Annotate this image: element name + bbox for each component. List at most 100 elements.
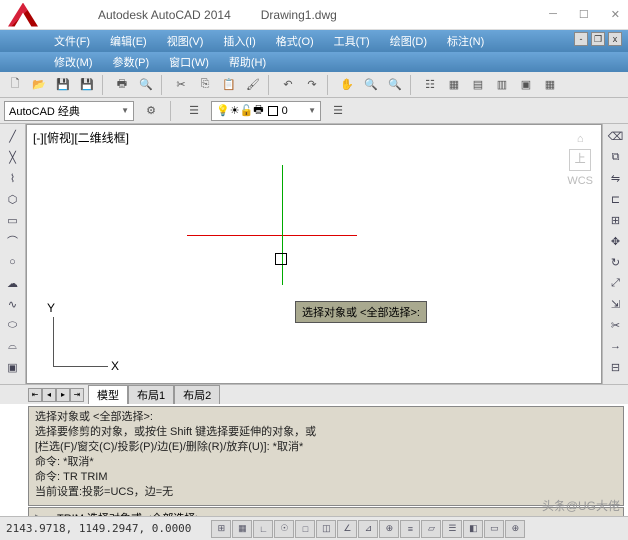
tab-layout2[interactable]: 布局2 xyxy=(174,385,220,404)
cmd-line: 命令: TR TRIM xyxy=(35,470,617,485)
doc-close-icon[interactable]: x xyxy=(608,32,622,46)
copy-obj-icon[interactable]: ⧉ xyxy=(605,147,627,167)
file-name: Drawing1.dwg xyxy=(261,8,337,22)
scale-icon[interactable]: ⤢ xyxy=(605,273,627,293)
coordinates[interactable]: 2143.9718, 1149.2947, 0.0000 xyxy=(6,522,191,535)
spline-icon[interactable]: ∿ xyxy=(2,294,24,314)
polygon-icon[interactable]: ⬡ xyxy=(2,189,24,209)
snap-toggle-icon[interactable]: ⊞ xyxy=(211,520,231,538)
properties-icon[interactable]: ☷ xyxy=(419,74,441,96)
chevron-down-icon: ▼ xyxy=(308,106,316,115)
saveas-icon[interactable]: 💾 xyxy=(76,74,98,96)
doc-restore-icon[interactable]: ❐ xyxy=(591,32,605,46)
undo-icon[interactable]: ↶ xyxy=(277,74,299,96)
layout-tabs: ⇤ ◂ ▸ ⇥ 模型 布局1 布局2 xyxy=(0,384,628,404)
match-icon[interactable]: 🖌 xyxy=(242,74,264,96)
line-icon[interactable]: ╱ xyxy=(2,126,24,146)
menu-insert[interactable]: 插入(I) xyxy=(213,33,265,49)
ortho-toggle-icon[interactable]: ∟ xyxy=(253,520,273,538)
minimize-icon[interactable]: ─ xyxy=(549,8,557,21)
zoom-prev-icon[interactable]: 🔍 xyxy=(384,74,406,96)
maximize-icon[interactable]: ☐ xyxy=(579,8,589,21)
3dosnap-toggle-icon[interactable]: ◫ xyxy=(316,520,336,538)
erase-icon[interactable]: ⌫ xyxy=(605,126,627,146)
cut-icon[interactable]: ✂ xyxy=(170,74,192,96)
layer-state-icon[interactable]: ☰ xyxy=(327,100,349,122)
menu-help[interactable]: 帮助(H) xyxy=(219,54,276,70)
sheet-set-icon[interactable]: ▥ xyxy=(491,74,513,96)
ellipse-icon[interactable]: ⬭ xyxy=(2,315,24,335)
annomonitor-icon[interactable]: ⊕ xyxy=(505,520,525,538)
menu-format[interactable]: 格式(O) xyxy=(266,33,324,49)
ducs-toggle-icon[interactable]: ⊿ xyxy=(358,520,378,538)
mirror-icon[interactable]: ⇋ xyxy=(605,168,627,188)
rectangle-icon[interactable]: ▭ xyxy=(2,210,24,230)
zoom-icon[interactable]: 🔍 xyxy=(360,74,382,96)
menu-edit[interactable]: 编辑(E) xyxy=(100,33,157,49)
close-icon[interactable]: ✕ xyxy=(611,8,620,21)
workspace-combo[interactable]: AutoCAD 经典 ▼ xyxy=(4,101,134,121)
tab-layout1[interactable]: 布局1 xyxy=(128,385,174,404)
command-history[interactable]: 选择对象或 <全部选择>: 选择要修剪的对象，或按住 Shift 键选择要延伸的… xyxy=(28,406,624,506)
plot-icon[interactable]: 🖶 xyxy=(111,74,133,96)
ellipse-arc-icon[interactable]: ⌓ xyxy=(2,336,24,356)
offset-icon[interactable]: ⊏ xyxy=(605,189,627,209)
tab-first-icon[interactable]: ⇤ xyxy=(28,388,42,402)
grid-toggle-icon[interactable]: ▦ xyxy=(232,520,252,538)
save-icon[interactable]: 💾 xyxy=(52,74,74,96)
doc-minimize-icon[interactable]: - xyxy=(574,32,588,46)
calc-icon[interactable]: ▦ xyxy=(539,74,561,96)
lwt-toggle-icon[interactable]: ≡ xyxy=(400,520,420,538)
extend-icon[interactable]: → xyxy=(605,336,627,356)
polar-toggle-icon[interactable]: ☉ xyxy=(274,520,294,538)
menu-dimension[interactable]: 标注(N) xyxy=(437,33,494,49)
osnap-toggle-icon[interactable]: □ xyxy=(295,520,315,538)
menu-file[interactable]: 文件(F) xyxy=(44,33,100,49)
tool-palettes-icon[interactable]: ▤ xyxy=(467,74,489,96)
menu-view[interactable]: 视图(V) xyxy=(157,33,214,49)
dyn-toggle-icon[interactable]: ⊕ xyxy=(379,520,399,538)
trim-icon[interactable]: ✂ xyxy=(605,315,627,335)
viewport-label[interactable]: [-][俯视][二维线框] xyxy=(33,129,129,146)
menu-modify[interactable]: 修改(M) xyxy=(44,54,103,70)
revcloud-icon[interactable]: ☁ xyxy=(2,273,24,293)
stretch-icon[interactable]: ⇲ xyxy=(605,294,627,314)
copy-icon[interactable]: ⎘ xyxy=(194,74,216,96)
arc-icon[interactable]: ⌒ xyxy=(2,231,24,251)
xline-icon[interactable]: ╳ xyxy=(2,147,24,167)
cmd-line: 选择要修剪的对象，或按住 Shift 键选择要延伸的对象，或 xyxy=(35,425,617,440)
menu-window[interactable]: 窗口(W) xyxy=(159,54,219,70)
design-center-icon[interactable]: ▦ xyxy=(443,74,465,96)
preview-icon[interactable]: 🔍 xyxy=(135,74,157,96)
polyline-icon[interactable]: ⌇ xyxy=(2,168,24,188)
array-icon[interactable]: ⊞ xyxy=(605,210,627,230)
pan-icon[interactable]: ✋ xyxy=(336,74,358,96)
layer-props-icon[interactable]: ☰ xyxy=(183,100,205,122)
workspace-settings-icon[interactable]: ⚙ xyxy=(140,100,162,122)
menu-tools[interactable]: 工具(T) xyxy=(324,33,380,49)
new-icon[interactable]: 🗋 xyxy=(4,74,26,96)
tpy-toggle-icon[interactable]: ▱ xyxy=(421,520,441,538)
drawing-canvas[interactable]: [-][俯视][二维线框] 选择对象或 <全部选择>: Y X ⌂上 WCS xyxy=(26,124,602,384)
qp-toggle-icon[interactable]: ☰ xyxy=(442,520,462,538)
menu-draw[interactable]: 绘图(D) xyxy=(380,33,437,49)
insert-block-icon[interactable]: ▣ xyxy=(2,357,24,377)
menu-params[interactable]: 参数(P) xyxy=(103,54,160,70)
markup-icon[interactable]: ▣ xyxy=(515,74,537,96)
paste-icon[interactable]: 📋 xyxy=(218,74,240,96)
tab-last-icon[interactable]: ⇥ xyxy=(70,388,84,402)
move-icon[interactable]: ✥ xyxy=(605,231,627,251)
tab-model[interactable]: 模型 xyxy=(88,385,128,404)
rotate-icon[interactable]: ↻ xyxy=(605,252,627,272)
break-icon[interactable]: ⊟ xyxy=(605,357,627,377)
tab-next-icon[interactable]: ▸ xyxy=(56,388,70,402)
viewcube[interactable]: ⌂上 WCS xyxy=(567,133,593,187)
open-icon[interactable]: 📂 xyxy=(28,74,50,96)
otrack-toggle-icon[interactable]: ∠ xyxy=(337,520,357,538)
tab-prev-icon[interactable]: ◂ xyxy=(42,388,56,402)
redo-icon[interactable]: ↷ xyxy=(301,74,323,96)
circle-icon[interactable]: ○ xyxy=(2,252,24,272)
layer-combo[interactable]: 💡 ☀ 🔓 🖶 0 ▼ xyxy=(211,101,321,121)
sc-toggle-icon[interactable]: ◧ xyxy=(463,520,483,538)
model-toggle-icon[interactable]: ▭ xyxy=(484,520,504,538)
